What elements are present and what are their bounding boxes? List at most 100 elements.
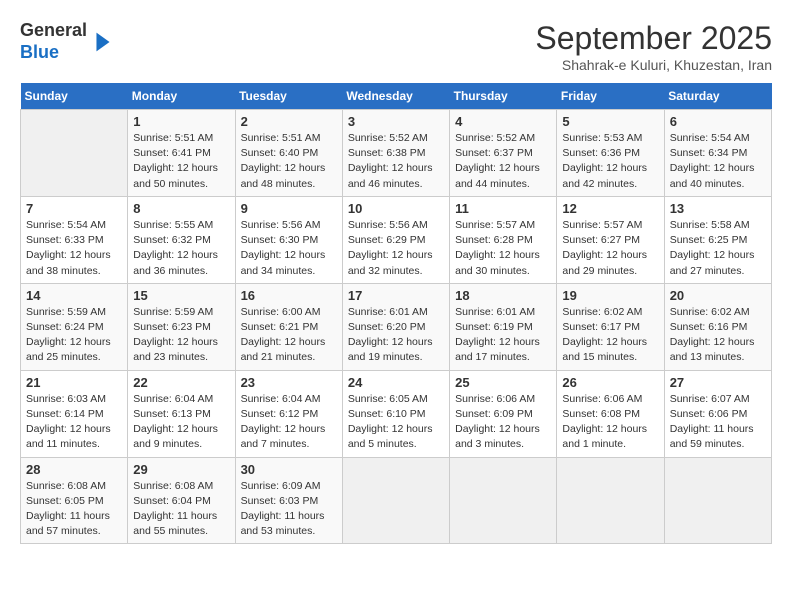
day-number: 7 <box>26 201 122 216</box>
day-info: Sunrise: 5:58 AMSunset: 6:25 PMDaylight:… <box>670 218 766 279</box>
day-number: 10 <box>348 201 444 216</box>
calendar-cell: 20Sunrise: 6:02 AMSunset: 6:16 PMDayligh… <box>664 283 771 370</box>
weekday-header-saturday: Saturday <box>664 83 771 110</box>
calendar-cell: 15Sunrise: 5:59 AMSunset: 6:23 PMDayligh… <box>128 283 235 370</box>
logo: General Blue <box>20 20 117 63</box>
location-subtitle: Shahrak-e Kuluri, Khuzestan, Iran <box>535 57 772 73</box>
day-number: 5 <box>562 114 658 129</box>
page-header: General Blue September 2025 Shahrak-e Ku… <box>20 20 772 73</box>
day-number: 3 <box>348 114 444 129</box>
calendar-cell: 2 Sunrise: 5:51 AMSunset: 6:40 PMDaylight… <box>235 110 342 197</box>
calendar-cell: 11Sunrise: 5:57 AMSunset: 6:28 PMDayligh… <box>450 196 557 283</box>
day-number: 12 <box>562 201 658 216</box>
day-info: Sunrise: 6:06 AMSunset: 6:08 PMDaylight:… <box>562 392 658 453</box>
calendar-cell: 23 Sunrise: 6:04 AMSunset: 6:12 PMDayligh… <box>235 370 342 457</box>
calendar-cell <box>557 457 664 544</box>
day-info: Sunrise: 6:01 AMSunset: 6:19 PMDaylight:… <box>455 305 551 366</box>
month-title: September 2025 <box>535 20 772 57</box>
calendar-cell: 27 Sunrise: 6:07 AMSunset: 6:06 PMDayligh… <box>664 370 771 457</box>
day-info: Sunrise: 5:53 AMSunset: 6:36 PMDaylight:… <box>562 131 658 192</box>
calendar-cell <box>342 457 449 544</box>
calendar-cell: 21Sunrise: 6:03 AMSunset: 6:14 PMDayligh… <box>21 370 128 457</box>
day-info: Sunrise: 6:09 AMSunset: 6:03 PMDaylight:… <box>241 479 337 540</box>
day-number: 18 <box>455 288 551 303</box>
calendar-week-4: 21Sunrise: 6:03 AMSunset: 6:14 PMDayligh… <box>21 370 772 457</box>
calendar-cell: 19 Sunrise: 6:02 AMSunset: 6:17 PMDayligh… <box>557 283 664 370</box>
day-number: 11 <box>455 201 551 216</box>
day-number: 30 <box>241 462 337 477</box>
day-number: 23 <box>241 375 337 390</box>
calendar-cell: 5 Sunrise: 5:53 AMSunset: 6:36 PMDaylight… <box>557 110 664 197</box>
calendar-cell: 12Sunrise: 5:57 AMSunset: 6:27 PMDayligh… <box>557 196 664 283</box>
weekday-header-row: SundayMondayTuesdayWednesdayThursdayFrid… <box>21 83 772 110</box>
day-info: Sunrise: 6:02 AMSunset: 6:17 PMDaylight:… <box>562 305 658 366</box>
calendar-cell: 26Sunrise: 6:06 AMSunset: 6:08 PMDayligh… <box>557 370 664 457</box>
calendar-cell: 10 Sunrise: 5:56 AMSunset: 6:29 PMDayligh… <box>342 196 449 283</box>
day-info: Sunrise: 6:07 AMSunset: 6:06 PMDaylight:… <box>670 392 766 453</box>
calendar-cell: 24 Sunrise: 6:05 AMSunset: 6:10 PMDayligh… <box>342 370 449 457</box>
day-number: 6 <box>670 114 766 129</box>
day-info: Sunrise: 6:08 AMSunset: 6:04 PMDaylight:… <box>133 479 229 540</box>
weekday-header-tuesday: Tuesday <box>235 83 342 110</box>
day-number: 2 <box>241 114 337 129</box>
calendar-cell: 18 Sunrise: 6:01 AMSunset: 6:19 PMDayligh… <box>450 283 557 370</box>
day-info: Sunrise: 6:03 AMSunset: 6:14 PMDaylight:… <box>26 392 122 453</box>
day-number: 20 <box>670 288 766 303</box>
day-info: Sunrise: 6:08 AMSunset: 6:05 PMDaylight:… <box>26 479 122 540</box>
calendar-cell: 13 Sunrise: 5:58 AMSunset: 6:25 PMDayligh… <box>664 196 771 283</box>
day-number: 25 <box>455 375 551 390</box>
title-block: September 2025 Shahrak-e Kuluri, Khuzest… <box>535 20 772 73</box>
logo-general: General <box>20 20 87 40</box>
calendar-cell: 16Sunrise: 6:00 AMSunset: 6:21 PMDayligh… <box>235 283 342 370</box>
calendar-cell: 1 Sunrise: 5:51 AMSunset: 6:41 PMDaylight… <box>128 110 235 197</box>
weekday-header-wednesday: Wednesday <box>342 83 449 110</box>
day-number: 27 <box>670 375 766 390</box>
calendar-cell: 17Sunrise: 6:01 AMSunset: 6:20 PMDayligh… <box>342 283 449 370</box>
calendar-cell: 8 Sunrise: 5:55 AMSunset: 6:32 PMDaylight… <box>128 196 235 283</box>
day-info: Sunrise: 6:01 AMSunset: 6:20 PMDaylight:… <box>348 305 444 366</box>
calendar-table: SundayMondayTuesdayWednesdayThursdayFrid… <box>20 83 772 544</box>
calendar-cell <box>450 457 557 544</box>
day-info: Sunrise: 6:04 AMSunset: 6:13 PMDaylight:… <box>133 392 229 453</box>
day-info: Sunrise: 5:54 AMSunset: 6:33 PMDaylight:… <box>26 218 122 279</box>
day-info: Sunrise: 6:06 AMSunset: 6:09 PMDaylight:… <box>455 392 551 453</box>
calendar-week-5: 28 Sunrise: 6:08 AMSunset: 6:05 PMDayligh… <box>21 457 772 544</box>
weekday-header-friday: Friday <box>557 83 664 110</box>
weekday-header-thursday: Thursday <box>450 83 557 110</box>
day-info: Sunrise: 5:56 AMSunset: 6:30 PMDaylight:… <box>241 218 337 279</box>
calendar-cell: 14 Sunrise: 5:59 AMSunset: 6:24 PMDayligh… <box>21 283 128 370</box>
day-number: 9 <box>241 201 337 216</box>
calendar-cell: 3 Sunrise: 5:52 AMSunset: 6:38 PMDaylight… <box>342 110 449 197</box>
day-number: 19 <box>562 288 658 303</box>
day-info: Sunrise: 6:04 AMSunset: 6:12 PMDaylight:… <box>241 392 337 453</box>
calendar-week-2: 7 Sunrise: 5:54 AMSunset: 6:33 PMDaylight… <box>21 196 772 283</box>
calendar-cell: 4Sunrise: 5:52 AMSunset: 6:37 PMDaylight… <box>450 110 557 197</box>
day-number: 13 <box>670 201 766 216</box>
day-number: 28 <box>26 462 122 477</box>
calendar-cell: 30 Sunrise: 6:09 AMSunset: 6:03 PMDayligh… <box>235 457 342 544</box>
day-info: Sunrise: 5:56 AMSunset: 6:29 PMDaylight:… <box>348 218 444 279</box>
calendar-cell: 9 Sunrise: 5:56 AMSunset: 6:30 PMDaylight… <box>235 196 342 283</box>
day-info: Sunrise: 5:51 AMSunset: 6:40 PMDaylight:… <box>241 131 337 192</box>
day-info: Sunrise: 5:55 AMSunset: 6:32 PMDaylight:… <box>133 218 229 279</box>
day-number: 16 <box>241 288 337 303</box>
day-number: 24 <box>348 375 444 390</box>
day-number: 1 <box>133 114 229 129</box>
day-number: 14 <box>26 288 122 303</box>
calendar-cell: 25 Sunrise: 6:06 AMSunset: 6:09 PMDayligh… <box>450 370 557 457</box>
calendar-cell: 22 Sunrise: 6:04 AMSunset: 6:13 PMDayligh… <box>128 370 235 457</box>
day-number: 15 <box>133 288 229 303</box>
day-number: 8 <box>133 201 229 216</box>
weekday-header-sunday: Sunday <box>21 83 128 110</box>
calendar-cell: 7 Sunrise: 5:54 AMSunset: 6:33 PMDaylight… <box>21 196 128 283</box>
day-number: 22 <box>133 375 229 390</box>
calendar-week-3: 14 Sunrise: 5:59 AMSunset: 6:24 PMDayligh… <box>21 283 772 370</box>
day-info: Sunrise: 5:54 AMSunset: 6:34 PMDaylight:… <box>670 131 766 192</box>
calendar-cell <box>664 457 771 544</box>
logo-icon <box>89 28 117 56</box>
day-info: Sunrise: 6:05 AMSunset: 6:10 PMDaylight:… <box>348 392 444 453</box>
day-info: Sunrise: 5:52 AMSunset: 6:38 PMDaylight:… <box>348 131 444 192</box>
day-info: Sunrise: 5:51 AMSunset: 6:41 PMDaylight:… <box>133 131 229 192</box>
day-info: Sunrise: 5:59 AMSunset: 6:24 PMDaylight:… <box>26 305 122 366</box>
calendar-cell <box>21 110 128 197</box>
